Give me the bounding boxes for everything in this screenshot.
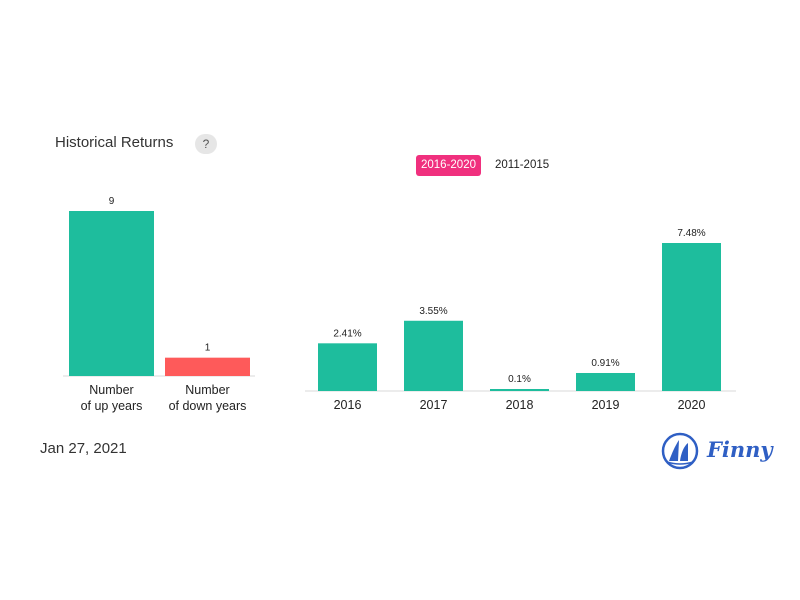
data-label: 7.48% [677, 228, 705, 239]
data-label: 0.1% [508, 374, 531, 385]
bar [165, 357, 250, 376]
tick-label: Number [185, 383, 229, 397]
bar [318, 343, 377, 391]
tick-label: 2018 [506, 398, 534, 412]
data-label: 0.91% [591, 358, 619, 369]
brand-name: Finny [707, 437, 773, 462]
bar [404, 320, 463, 391]
tick-label: of down years [169, 399, 247, 413]
tick-label: Number [89, 383, 133, 397]
tick-label: 2019 [592, 398, 620, 412]
up-down-years-chart: 9 Number of up years 1 Number of down years 2.… [63, 196, 736, 413]
data-label: 2.41% [333, 328, 361, 339]
bar [69, 211, 154, 376]
tick-label: 2020 [678, 398, 706, 412]
tick-label: of up years [81, 399, 143, 413]
bar [490, 389, 549, 391]
bar [576, 372, 635, 391]
bar [662, 243, 721, 391]
data-label: 9 [109, 196, 115, 207]
data-label: 1 [205, 343, 211, 354]
tick-label: 2016 [334, 398, 362, 412]
data-label: 3.55% [419, 306, 447, 317]
as-of-date: Jan 27, 2021 [40, 440, 127, 457]
tick-label: 2017 [420, 398, 448, 412]
